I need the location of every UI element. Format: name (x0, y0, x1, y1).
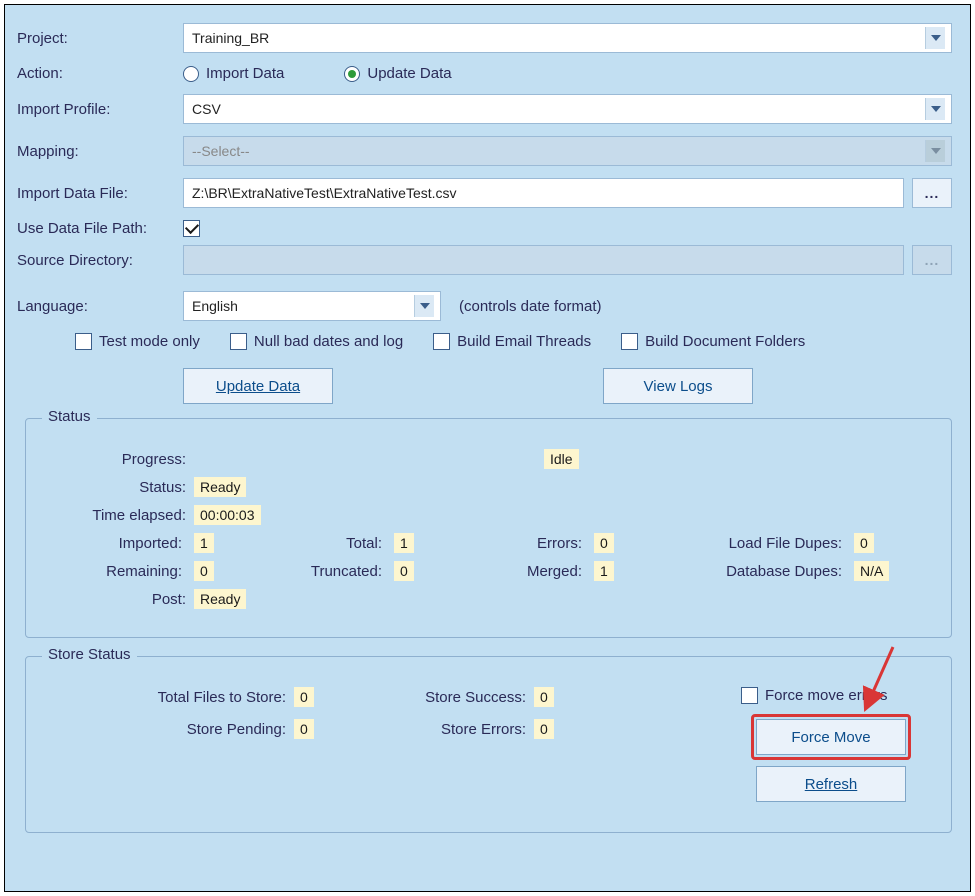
import-profile-value: CSV (192, 101, 221, 117)
use-data-file-path-label: Use Data File Path: (15, 220, 183, 237)
import-data-file-value: Z:\BR\ExtraNativeTest\ExtraNativeTest.cs… (192, 185, 457, 201)
store-success-value: 0 (534, 687, 554, 707)
progress-label: Progress: (46, 451, 186, 468)
build-email-threads-checkbox[interactable]: Build Email Threads (433, 333, 591, 350)
language-note: (controls date format) (459, 298, 602, 315)
chevron-down-icon (414, 295, 434, 317)
mapping-dropdown: --Select-- (183, 136, 952, 166)
checkbox-icon (621, 333, 638, 350)
status-status-value: Ready (194, 477, 246, 497)
errors-label: Errors: (456, 535, 586, 552)
database-dupes-label: Database Dupes: (656, 563, 846, 580)
use-data-file-path-checkbox[interactable] (183, 220, 200, 237)
remaining-label: Remaining: (46, 563, 186, 580)
database-dupes-value: N/A (854, 561, 889, 581)
annotation-highlight: Force Move (751, 714, 911, 760)
imported-value: 1 (194, 533, 214, 553)
update-data-radio[interactable]: Update Data (344, 65, 451, 82)
time-elapsed-value: 00:00:03 (194, 505, 261, 525)
import-profile-dropdown[interactable]: CSV (183, 94, 952, 124)
mapping-label: Mapping: (15, 143, 183, 160)
load-file-dupes-label: Load File Dupes: (656, 535, 846, 552)
update-data-button[interactable]: Update Data (183, 368, 333, 404)
total-files-value: 0 (294, 687, 314, 707)
chevron-down-icon (925, 140, 945, 162)
language-value: English (192, 298, 238, 314)
test-mode-checkbox[interactable]: Test mode only (75, 333, 200, 350)
store-status-legend: Store Status (42, 646, 137, 663)
language-label: Language: (15, 298, 183, 315)
remaining-value: 0 (194, 561, 214, 581)
checkbox-icon (75, 333, 92, 350)
null-bad-dates-checkbox[interactable]: Null bad dates and log (230, 333, 403, 350)
import-data-radio-label: Import Data (206, 65, 284, 82)
browse-source-dir-button: ... (912, 245, 952, 275)
post-value: Ready (194, 589, 246, 609)
view-logs-button[interactable]: View Logs (603, 368, 753, 404)
total-label: Total: (256, 535, 386, 552)
import-data-file-input[interactable]: Z:\BR\ExtraNativeTest\ExtraNativeTest.cs… (183, 178, 904, 208)
source-directory-input (183, 245, 904, 275)
build-document-folders-checkbox[interactable]: Build Document Folders (621, 333, 805, 350)
checkbox-icon (433, 333, 450, 350)
mapping-placeholder: --Select-- (192, 143, 250, 159)
project-dropdown[interactable]: Training_BR (183, 23, 952, 53)
store-pending-label: Store Pending: (46, 721, 286, 738)
import-data-radio[interactable]: Import Data (183, 65, 284, 82)
checkbox-icon (741, 687, 758, 704)
status-group: Status Progress: Idle Status: Ready Time… (25, 418, 952, 638)
time-elapsed-label: Time elapsed: (46, 507, 186, 524)
imported-label: Imported: (46, 535, 186, 552)
progress-value: Idle (544, 449, 579, 469)
radio-icon (183, 66, 199, 82)
store-status-group: Store Status Total Files to Store: 0 Sto… (25, 656, 952, 833)
merged-label: Merged: (456, 563, 586, 580)
errors-value: 0 (594, 533, 614, 553)
truncated-label: Truncated: (256, 563, 386, 580)
radio-icon (344, 66, 360, 82)
merged-value: 1 (594, 561, 614, 581)
checkbox-icon (230, 333, 247, 350)
store-errors-label: Store Errors: (346, 721, 526, 738)
store-errors-value: 0 (534, 719, 554, 739)
status-legend: Status (42, 408, 97, 425)
chevron-down-icon (925, 98, 945, 120)
annotation-arrow-icon (861, 643, 901, 713)
force-move-button[interactable]: Force Move (756, 719, 906, 755)
truncated-value: 0 (394, 561, 414, 581)
load-file-dupes-value: 0 (854, 533, 874, 553)
browse-data-file-button[interactable]: ... (912, 178, 952, 208)
project-value: Training_BR (192, 30, 269, 46)
total-files-label: Total Files to Store: (46, 689, 286, 706)
post-label: Post: (46, 591, 186, 608)
source-directory-label: Source Directory: (15, 252, 183, 269)
store-success-label: Store Success: (346, 689, 526, 706)
language-dropdown[interactable]: English (183, 291, 441, 321)
total-value: 1 (394, 533, 414, 553)
project-label: Project: (15, 30, 183, 47)
status-status-label: Status: (46, 479, 186, 496)
refresh-button[interactable]: Refresh (756, 766, 906, 802)
import-data-file-label: Import Data File: (15, 185, 183, 202)
store-pending-value: 0 (294, 719, 314, 739)
import-dialog: Project: Training_BR Action: Import Data… (4, 4, 971, 892)
chevron-down-icon (925, 27, 945, 49)
action-label: Action: (15, 65, 183, 82)
import-profile-label: Import Profile: (15, 101, 183, 118)
update-data-radio-label: Update Data (367, 65, 451, 82)
